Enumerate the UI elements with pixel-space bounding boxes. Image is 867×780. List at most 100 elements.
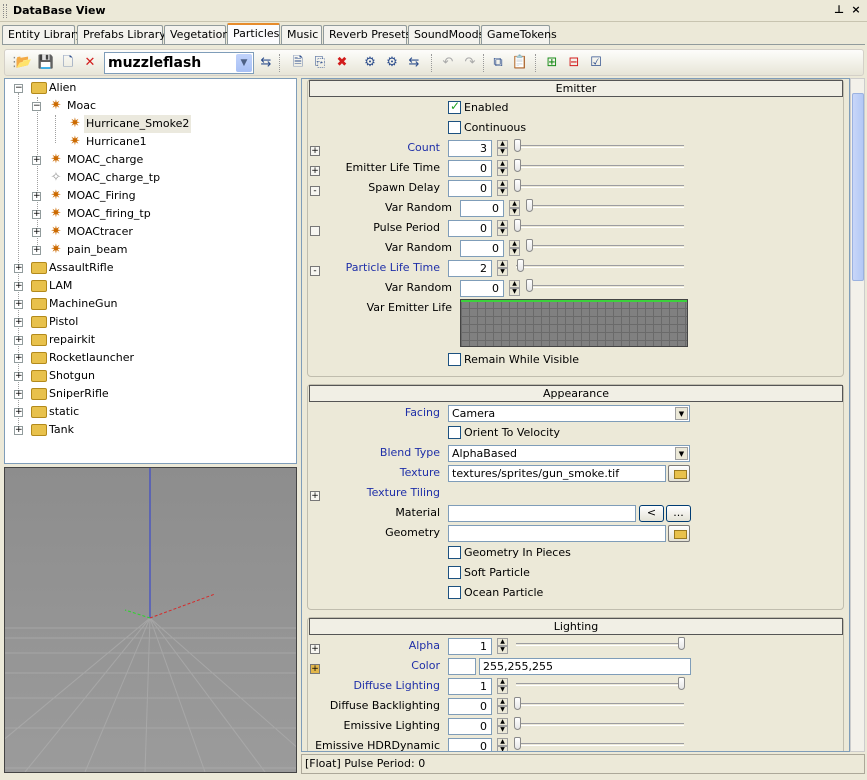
spawn-delay-spinner[interactable]: ▲ ▼ [497, 180, 508, 197]
facing-select[interactable]: Camera ▼ [448, 405, 690, 422]
expand-icon[interactable]: + [14, 354, 23, 363]
alpha-slider[interactable] [516, 643, 684, 646]
pulse-var-random-slider-thumb[interactable] [526, 239, 533, 252]
spawn-delay-slider-thumb[interactable] [514, 179, 521, 192]
remove-item-icon[interactable]: ✖ [333, 54, 351, 72]
tab-entity-library[interactable]: Entity Library [2, 25, 82, 44]
particle-life-slider-thumb[interactable] [517, 259, 524, 272]
reload-icon[interactable]: ⇆ [257, 54, 275, 72]
tab-music[interactable]: Music [281, 25, 322, 44]
life-var-random-slider[interactable] [528, 285, 684, 288]
count-input[interactable]: 3 [448, 140, 492, 157]
expand-icon[interactable]: + [32, 228, 41, 237]
tab-reverb-presets[interactable]: Reverb Presets [323, 25, 411, 44]
expand-icon[interactable]: + [32, 210, 41, 219]
tree-item-moac-firing-tp[interactable]: + ✷ MOAC_firing_tp [5, 205, 295, 223]
tree-item-lam[interactable]: + LAM [5, 277, 295, 295]
remove-child-icon[interactable]: ⊟ [565, 54, 583, 72]
continuous-checkbox[interactable] [448, 121, 461, 134]
emitter-life-slider-thumb[interactable] [514, 159, 521, 172]
close-icon[interactable]: × [849, 3, 863, 17]
collapse-icon[interactable]: − [32, 102, 41, 111]
save-icon[interactable]: 💾 [37, 54, 55, 72]
expand-icon[interactable]: + [14, 264, 23, 273]
count-slider[interactable] [516, 145, 684, 148]
pulse-period-slider[interactable] [516, 225, 684, 228]
undo-icon[interactable]: ↶ [439, 54, 457, 72]
chevron-down-icon[interactable]: ▼ [236, 54, 252, 72]
emitter-life-slider[interactable] [516, 165, 684, 168]
expand-icon[interactable]: + [14, 390, 23, 399]
add-item-icon[interactable]: 🗎 [289, 54, 307, 72]
tab-vegetation[interactable]: Vegetation [164, 25, 229, 44]
particle-life-time-input[interactable]: 2 [448, 260, 492, 277]
tree-item-hurricane-smoke2[interactable]: ✷ Hurricane_Smoke2 [5, 115, 295, 133]
delete-icon[interactable]: ✕ [81, 54, 99, 72]
expand-icon[interactable]: + [14, 300, 23, 309]
emissive-lighting-slider-thumb[interactable] [514, 717, 521, 730]
emitter-life-spinner[interactable]: ▲ ▼ [497, 160, 508, 177]
pulse-period-input[interactable]: 0 [448, 220, 492, 237]
material-browse-button[interactable]: ... [666, 505, 691, 522]
emissive-hdr-slider-thumb[interactable] [514, 737, 521, 750]
emissive-lighting-slider[interactable] [516, 723, 684, 726]
emissive-hdr-spinner[interactable]: ▲ ▼ [497, 738, 508, 751]
tree-item-assaultrifle[interactable]: + AssaultRifle [5, 259, 295, 277]
spawn-delay-slider[interactable] [516, 185, 684, 188]
tree-item-moac-charge[interactable]: + ✷ MOAC_charge [5, 151, 295, 169]
diffuse-lighting-slider-thumb[interactable] [678, 677, 685, 690]
chevron-down-icon[interactable]: ▼ [675, 407, 688, 420]
texture-browse-button[interactable] [668, 465, 690, 482]
life-var-random-input[interactable]: 0 [460, 280, 504, 297]
material-input[interactable] [448, 505, 636, 522]
pulse-var-random-slider[interactable] [528, 245, 684, 248]
ocean-particle-checkbox[interactable] [448, 586, 461, 599]
enable-toggle-icon[interactable]: ☑ [587, 54, 605, 72]
tree-item-tank[interactable]: + Tank [5, 421, 295, 439]
emissive-lighting-input[interactable]: 0 [448, 718, 492, 735]
tab-soundmoods[interactable]: SoundMoods [408, 25, 484, 44]
diffuse-backlighting-input[interactable]: 0 [448, 698, 492, 715]
emissive-hdr-slider[interactable] [516, 743, 684, 746]
copy-icon[interactable]: ⧉ [489, 54, 507, 72]
emissive-hdr-input[interactable]: 0 [448, 738, 492, 751]
geometry-browse-button[interactable] [668, 525, 690, 542]
library-select[interactable]: muzzleflash ▼ [104, 52, 254, 74]
color-input[interactable]: 255,255,255 [479, 658, 691, 675]
soft-particle-checkbox[interactable] [448, 566, 461, 579]
tree-item-repairkit[interactable]: + repairkit [5, 331, 295, 349]
life-var-random-slider-thumb[interactable] [526, 279, 533, 292]
tree-item-machinegun[interactable]: + MachineGun [5, 295, 295, 313]
diffuse-lighting-input[interactable]: 1 [448, 678, 492, 695]
pin-icon[interactable]: ⊥ [832, 3, 846, 17]
particle-tree[interactable]: − Alien − ✷ Moac ✷ Hurricane_Smoke2 ✷ Hu… [4, 78, 297, 464]
spawn-var-random-input[interactable]: 0 [460, 200, 504, 217]
tree-item-moactracer[interactable]: + ✷ MOACtracer [5, 223, 295, 241]
remain-while-visible-checkbox[interactable] [448, 353, 461, 366]
pulse-period-spinner[interactable]: ▲ ▼ [497, 220, 508, 237]
particle-life-slider[interactable] [516, 265, 684, 268]
tree-item-moac-firing[interactable]: + ✷ MOAC_Firing [5, 187, 295, 205]
expand-icon[interactable]: + [14, 408, 23, 417]
geometry-in-pieces-checkbox[interactable] [448, 546, 461, 559]
tree-item-rocketlauncher[interactable]: + Rocketlauncher [5, 349, 295, 367]
material-back-button[interactable]: < [639, 505, 664, 522]
new-item-icon[interactable]: 🗋 [59, 54, 77, 72]
tree-item-static[interactable]: + static [5, 403, 295, 421]
tab-prefabs-library[interactable]: Prefabs Library [77, 25, 166, 44]
tree-item-shotgun[interactable]: + Shotgun [5, 367, 295, 385]
expand-icon[interactable]: + [32, 192, 41, 201]
diffuse-backlighting-slider-thumb[interactable] [514, 697, 521, 710]
alpha-input[interactable]: 1 [448, 638, 492, 655]
scrollbar-thumb[interactable] [852, 93, 864, 281]
diffuse-backlighting-spinner[interactable]: ▲ ▼ [497, 698, 508, 715]
spawn-var-random-spinner[interactable]: ▲ ▼ [509, 200, 520, 217]
geometry-input[interactable] [448, 525, 666, 542]
get-icon[interactable]: ⚙ [383, 54, 401, 72]
tree-item-pistol[interactable]: + Pistol [5, 313, 295, 331]
count-slider-thumb[interactable] [514, 139, 521, 152]
tree-item-hurricane1[interactable]: ✷ Hurricane1 [5, 133, 295, 151]
tree-item-sniperrifle[interactable]: + SniperRifle [5, 385, 295, 403]
diffuse-lighting-slider[interactable] [516, 683, 684, 686]
add-child-icon[interactable]: ⊞ [543, 54, 561, 72]
